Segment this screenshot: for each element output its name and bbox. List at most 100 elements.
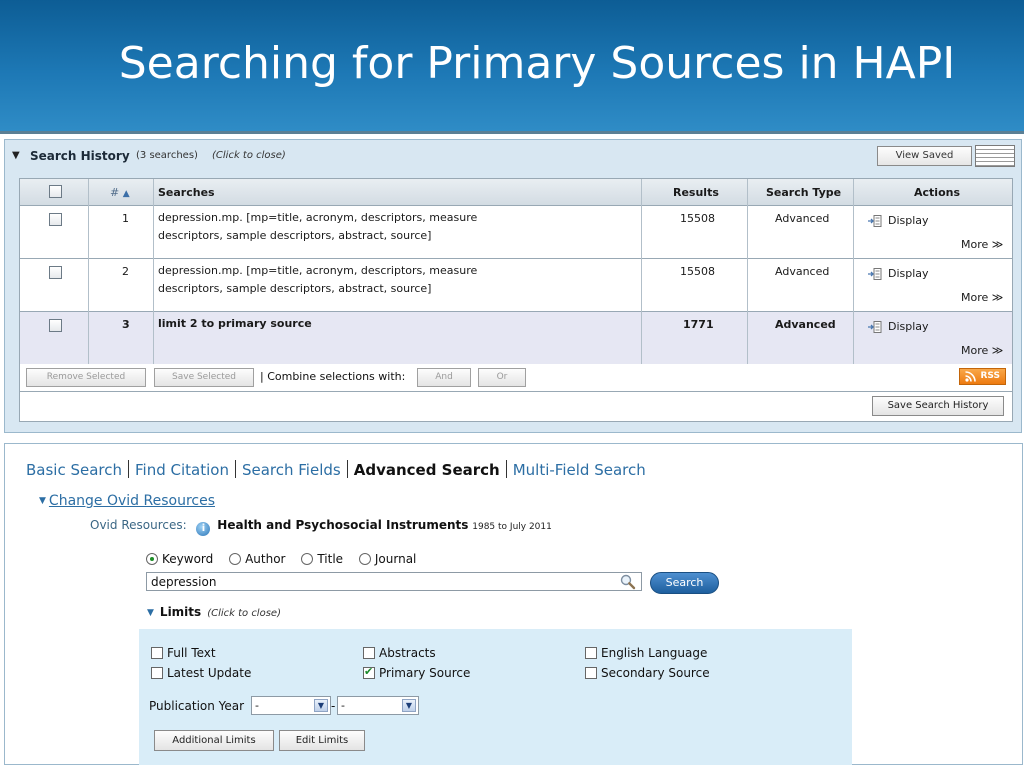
search-history-header[interactable]: ▼ Search History (3 searches) (Click to … xyxy=(5,140,1021,172)
radio-title[interactable]: Title xyxy=(301,552,343,566)
radio-journal[interactable]: Journal xyxy=(358,552,416,566)
column-header-searches: Searches xyxy=(158,186,215,199)
limit-abstracts[interactable]: Abstracts xyxy=(363,646,436,660)
remove-selected-button[interactable]: Remove Selected xyxy=(26,368,146,387)
search-button[interactable]: Search xyxy=(650,572,719,594)
display-link[interactable]: Display xyxy=(888,320,929,333)
radio-button[interactable] xyxy=(358,553,371,565)
radio-keyword[interactable]: Keyword xyxy=(146,552,213,566)
more-link[interactable]: More ≫ xyxy=(961,291,1003,304)
limit-checkbox[interactable] xyxy=(363,647,375,659)
table-header-row: # ▲ Searches Results Search Type Actions xyxy=(20,179,1012,206)
more-link[interactable]: More ≫ xyxy=(961,344,1003,357)
limit-full-text[interactable]: Full Text xyxy=(151,646,216,660)
radio-button[interactable] xyxy=(229,553,242,565)
expand-triangle-icon[interactable]: ▼ xyxy=(39,496,46,506)
combine-or-button[interactable]: Or xyxy=(478,368,526,387)
edit-limits-button[interactable]: Edit Limits xyxy=(279,730,365,751)
search-history-close-hint[interactable]: (Click to close) xyxy=(212,150,286,161)
row-search-type: Advanced xyxy=(775,318,836,331)
row-number: 3 xyxy=(122,318,130,331)
additional-limits-button[interactable]: Additional Limits xyxy=(154,730,274,751)
ovid-database-name: Health and Psychosocial Instruments xyxy=(217,518,469,532)
display-link[interactable]: Display xyxy=(888,214,929,227)
save-history-bar: Save Search History xyxy=(19,392,1013,422)
display-icon[interactable] xyxy=(868,215,882,227)
row-search-line: depression.mp. [mp=title, acronym, descr… xyxy=(158,264,478,277)
row-checkbox[interactable] xyxy=(49,319,62,332)
row-number: 1 xyxy=(122,212,129,225)
save-search-history-button[interactable]: Save Search History xyxy=(872,396,1004,416)
more-link[interactable]: More ≫ xyxy=(961,238,1003,251)
ovid-resources-label: Ovid Resources: xyxy=(90,518,187,532)
limit-label: Secondary Source xyxy=(601,666,710,680)
row-search-line: limit 2 to primary source xyxy=(158,317,312,330)
publication-year-to-select[interactable]: - ▼ xyxy=(337,696,419,715)
select-value: - xyxy=(341,699,345,712)
display-icon[interactable] xyxy=(868,268,882,280)
view-saved-button[interactable]: View Saved xyxy=(877,146,972,166)
info-icon[interactable]: i xyxy=(196,522,211,536)
limit-english-language[interactable]: English Language xyxy=(585,646,707,660)
radio-button[interactable] xyxy=(301,553,314,565)
tab-search-fields[interactable]: Search Fields xyxy=(242,461,341,479)
radio-author[interactable]: Author xyxy=(229,552,286,566)
table-row: 2 depression.mp. [mp=title, acronym, des… xyxy=(20,259,1012,312)
row-checkbox[interactable] xyxy=(49,266,62,279)
change-ovid-resources[interactable]: ▼ Change Ovid Resources xyxy=(39,493,215,509)
dropdown-arrow-icon[interactable]: ▼ xyxy=(314,699,328,712)
tab-find-citation[interactable]: Find Citation xyxy=(135,461,229,479)
change-ovid-resources-link[interactable]: Change Ovid Resources xyxy=(49,493,215,509)
row-search-type: Advanced xyxy=(775,265,830,278)
limit-label: Abstracts xyxy=(379,646,436,660)
limit-checkbox-checked[interactable] xyxy=(363,665,375,679)
row-search-query: depression.mp. [mp=title, acronym, descr… xyxy=(158,209,477,245)
radio-button[interactable] xyxy=(146,553,158,565)
column-divider xyxy=(153,179,154,365)
table-row: 1 depression.mp. [mp=title, acronym, des… xyxy=(20,206,1012,259)
column-header-number[interactable]: # ▲ xyxy=(110,186,130,199)
select-all-checkbox[interactable] xyxy=(49,185,62,198)
sort-ascending-icon[interactable]: ▲ xyxy=(123,189,130,199)
row-search-type: Advanced xyxy=(775,212,830,225)
collapse-triangle-icon[interactable]: ▼ xyxy=(147,608,154,618)
limit-label: Primary Source xyxy=(379,666,471,680)
column-header-search-type: Search Type xyxy=(766,186,842,199)
limit-primary-source[interactable]: Primary Source xyxy=(363,665,471,680)
rss-button[interactable]: RSS xyxy=(959,368,1006,385)
row-search-query: depression.mp. [mp=title, acronym, descr… xyxy=(158,262,477,298)
tab-multi-field-search[interactable]: Multi-Field Search xyxy=(513,461,646,479)
list-view-icon[interactable] xyxy=(975,145,1015,167)
limit-checkbox[interactable] xyxy=(151,647,163,659)
dropdown-arrow-icon[interactable]: ▼ xyxy=(402,699,416,712)
limit-label: Full Text xyxy=(167,646,216,660)
publication-year-from-select[interactable]: - ▼ xyxy=(251,696,331,715)
limits-title[interactable]: Limits xyxy=(160,605,201,619)
column-header-results: Results xyxy=(673,186,719,199)
limit-checkbox[interactable] xyxy=(585,667,597,679)
magnifier-icon[interactable] xyxy=(619,573,637,590)
tab-advanced-search[interactable]: Advanced Search xyxy=(354,461,500,479)
limit-secondary-source[interactable]: Secondary Source xyxy=(585,666,710,680)
ovid-resources-line: Ovid Resources: i Health and Psychosocia… xyxy=(90,518,552,536)
limit-checkbox[interactable] xyxy=(151,667,163,679)
limits-header[interactable]: ▼ Limits (Click to close) xyxy=(147,605,281,619)
history-actions-bar: Remove Selected Save Selected | Combine … xyxy=(19,364,1013,392)
display-icon[interactable] xyxy=(868,321,882,333)
combine-and-button[interactable]: And xyxy=(417,368,471,387)
table-row: 3 limit 2 to primary source 1771 Advance… xyxy=(20,312,1012,365)
limit-latest-update[interactable]: Latest Update xyxy=(151,666,251,680)
search-input[interactable] xyxy=(146,572,642,591)
tab-basic-search[interactable]: Basic Search xyxy=(26,461,122,479)
radio-label: Keyword xyxy=(162,552,214,566)
slide-title: Searching for Primary Sources in HAPI xyxy=(118,38,956,89)
collapse-triangle-icon[interactable]: ▼ xyxy=(12,150,20,161)
limits-close-hint[interactable]: (Click to close) xyxy=(207,608,281,619)
save-selected-button[interactable]: Save Selected xyxy=(154,368,254,387)
row-search-line: depression.mp. [mp=title, acronym, descr… xyxy=(158,211,478,224)
display-link[interactable]: Display xyxy=(888,267,929,280)
limit-checkbox[interactable] xyxy=(585,647,597,659)
search-history-title[interactable]: Search History xyxy=(30,149,130,163)
row-checkbox[interactable] xyxy=(49,213,62,226)
limit-label: English Language xyxy=(601,646,708,660)
